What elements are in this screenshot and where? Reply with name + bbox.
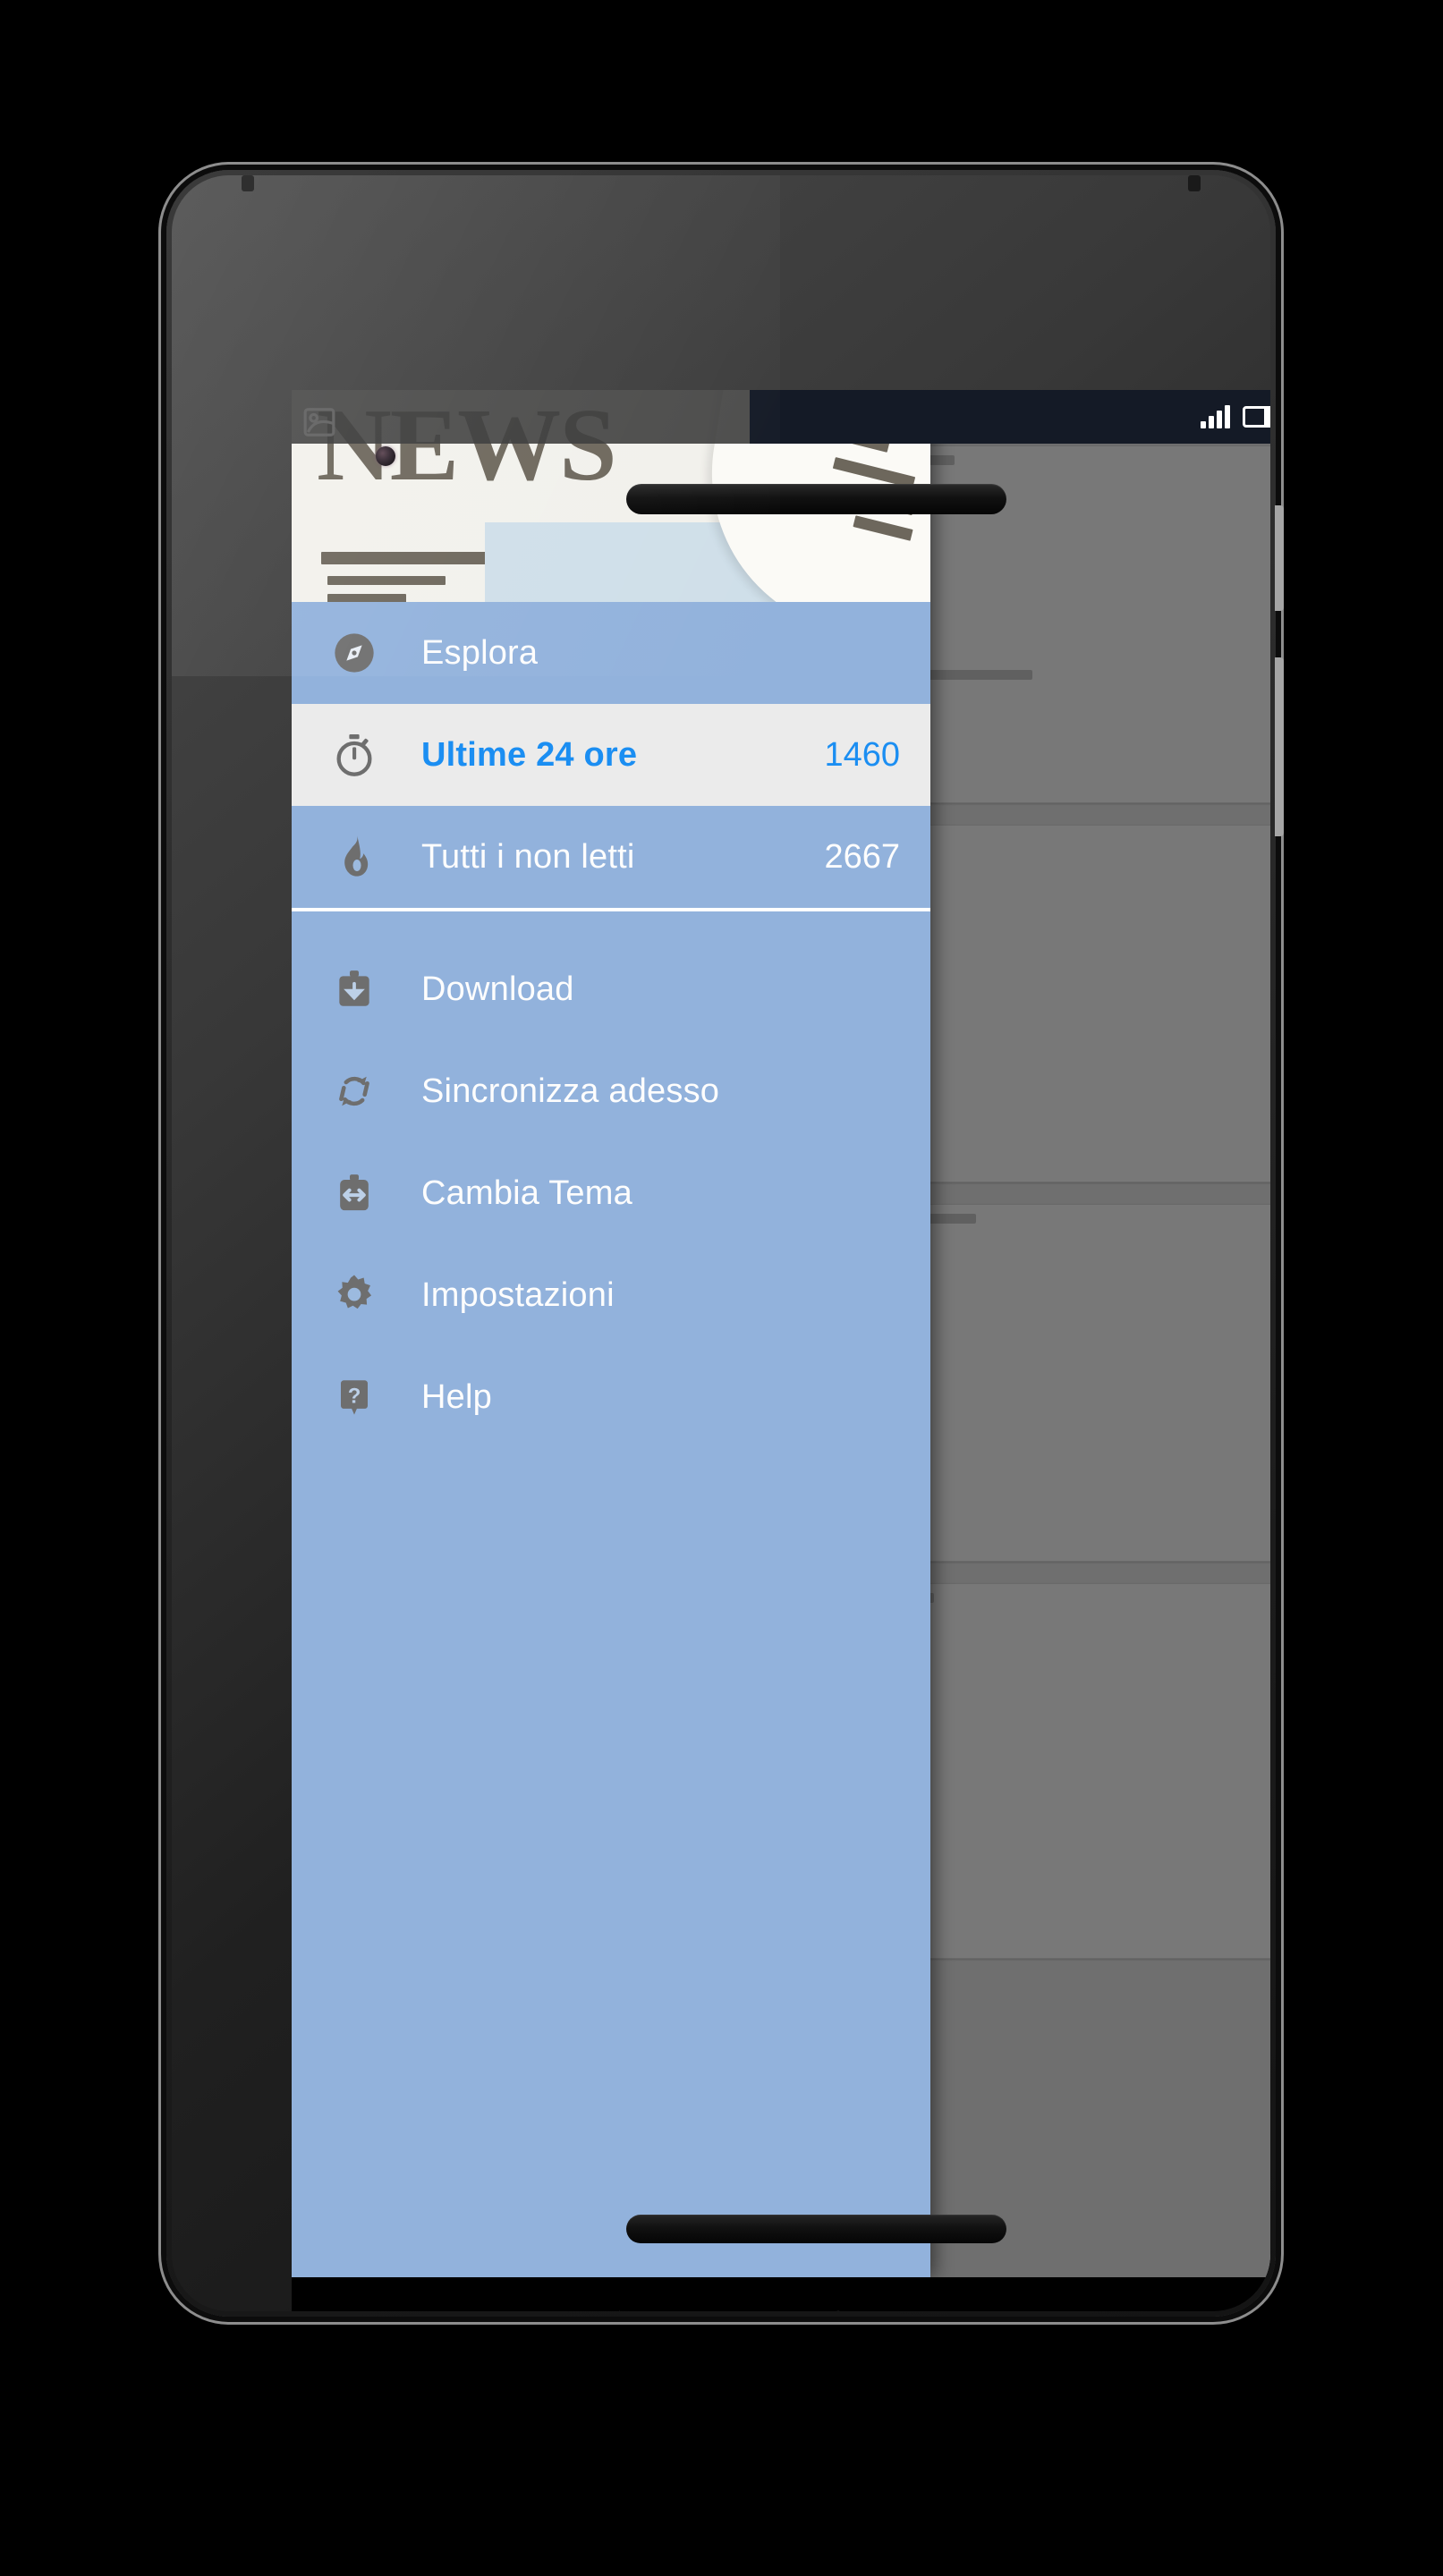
theme-icon (327, 1171, 381, 1216)
phone-device-frame: NEWS Esplora Ultime 24 ore 1460 Tutti i … (166, 170, 1284, 2317)
navigation-drawer: NEWS Esplora Ultime 24 ore 1460 Tutti i … (292, 390, 930, 2277)
drawer-item-ultime-24-ore[interactable]: Ultime 24 ore 1460 (292, 704, 930, 806)
power-button[interactable] (1275, 505, 1284, 611)
flame-icon (327, 834, 381, 880)
drawer-item-label: Impostazioni (421, 1275, 615, 1314)
status-bar-right-background (750, 390, 1270, 444)
drawer-item-label: Sincronizza adesso (421, 1072, 720, 1110)
drawer-item-esplora[interactable]: Esplora (292, 602, 930, 704)
battery-icon (1243, 406, 1270, 428)
drawer-item-count: 2667 (824, 837, 900, 876)
drawer-item-impostazioni[interactable]: Impostazioni (292, 1244, 930, 1346)
phone-screen: NEWS Esplora Ultime 24 ore 1460 Tutti i … (292, 390, 1270, 2277)
volume-button[interactable] (1275, 657, 1284, 836)
phone-front-panel: NEWS Esplora Ultime 24 ore 1460 Tutti i … (172, 175, 1270, 2311)
compass-icon (327, 630, 381, 676)
signal-bars-icon (1201, 405, 1231, 428)
drawer-empty-space (292, 1448, 930, 2277)
drawer-section-spacer (292, 911, 930, 938)
stopwatch-icon (327, 732, 381, 778)
status-bar: 13:11 (292, 390, 1270, 444)
drawer-item-label: Cambia Tema (421, 1174, 632, 1212)
drawer-item-label: Esplora (421, 633, 539, 672)
frame-nub-right (1188, 175, 1201, 191)
system-navigation-bar (292, 2277, 1270, 2311)
status-bar-icons: 13:11 (1201, 390, 1270, 444)
drawer-item-help[interactable]: ? Help (292, 1346, 930, 1448)
drawer-item-tutti-i-non-letti[interactable]: Tutti i non letti 2667 (292, 806, 930, 908)
bottom-speaker-grille (626, 2215, 1006, 2243)
drawer-menu: Esplora Ultime 24 ore 1460 Tutti i non l… (292, 602, 930, 2277)
earpiece-speaker (626, 484, 1006, 514)
gear-icon (327, 1272, 381, 1318)
front-camera (376, 446, 395, 466)
drawer-item-download[interactable]: Download (292, 938, 930, 1040)
recents-square-icon[interactable] (1031, 2299, 1096, 2311)
drawer-item-label: Download (421, 970, 574, 1008)
sync-icon (327, 1069, 381, 1114)
drawer-item-label: Tutti i non letti (421, 837, 635, 876)
back-triangle-icon[interactable] (581, 2299, 645, 2311)
drawer-item-sincronizza-adesso[interactable]: Sincronizza adesso (292, 1040, 930, 1142)
svg-text:?: ? (348, 1385, 361, 1409)
drawer-item-cambia-tema[interactable]: Cambia Tema (292, 1142, 930, 1244)
status-bar-left-translucent (292, 390, 750, 444)
drawer-item-label: Ultime 24 ore (421, 735, 638, 774)
drawer-item-count: 1460 (824, 735, 900, 774)
help-icon: ? (327, 1375, 381, 1419)
drawer-item-label: Help (421, 1377, 492, 1416)
download-icon (327, 967, 381, 1012)
frame-nub-left (242, 175, 254, 191)
home-circle-icon[interactable] (806, 2299, 870, 2311)
